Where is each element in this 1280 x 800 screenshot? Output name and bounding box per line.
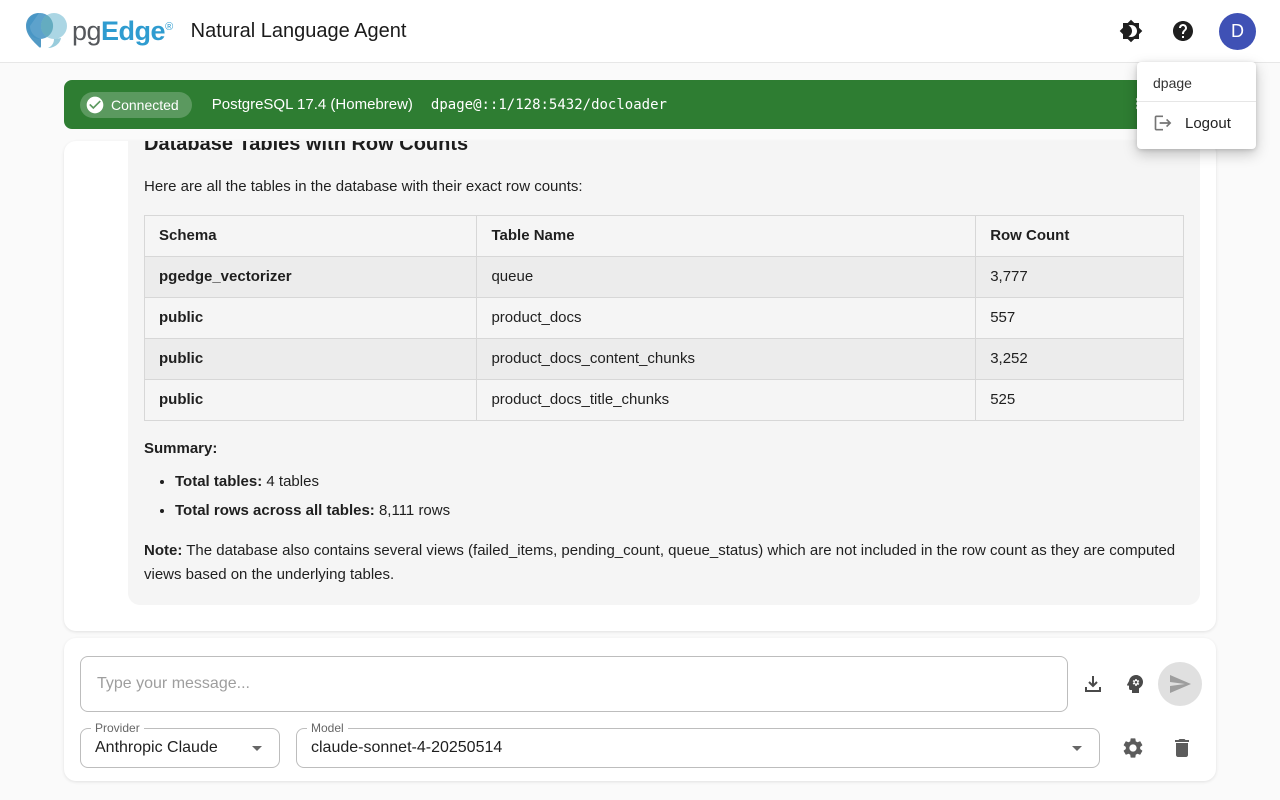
col-header-row-count: Row Count: [976, 216, 1184, 257]
logout-icon: [1153, 113, 1173, 133]
gear-icon: [1121, 736, 1145, 760]
message-input[interactable]: [80, 656, 1068, 712]
col-header-schema: Schema: [145, 216, 477, 257]
message-note: Note: The database also contains several…: [144, 539, 1184, 587]
send-button[interactable]: [1158, 662, 1202, 706]
assistant-message-bubble: Database Tables with Row Counts Here are…: [128, 141, 1200, 605]
connected-label: Connected: [111, 97, 179, 113]
connection-status-bar: Connected PostgreSQL 17.4 (Homebrew) dpa…: [64, 80, 1216, 129]
summary-item: Total rows across all tables: 8,111 rows: [175, 499, 1184, 523]
pgedge-logo-icon: [24, 9, 70, 53]
table-row: public product_docs_title_chunks 525: [145, 380, 1184, 421]
provider-select-label: Provider: [91, 721, 144, 735]
message-intro: Here are all the tables in the database …: [144, 175, 1184, 199]
message-heading: Database Tables with Row Counts: [144, 141, 1184, 157]
table-row: public product_docs_content_chunks 3,252: [145, 339, 1184, 380]
model-select-value: claude-sonnet-4-20250514: [311, 739, 1065, 757]
summary-heading: Summary:: [144, 437, 1184, 461]
table-row: pgedge_vectorizer queue 3,777: [145, 257, 1184, 298]
help-icon: [1171, 19, 1195, 43]
row-counts-table: Schema Table Name Row Count pgedge_vecto…: [144, 215, 1184, 421]
summary-list: Total tables: 4 tables Total rows across…: [144, 470, 1184, 523]
send-icon: [1168, 672, 1192, 696]
user-menu: dpage Logout: [1137, 62, 1256, 149]
help-button[interactable]: [1163, 11, 1203, 51]
ai-thinking-button[interactable]: [1115, 664, 1155, 704]
pgedge-logo-text: pgEdge®: [72, 16, 173, 47]
table-row: public product_docs 557: [145, 298, 1184, 339]
col-header-table-name: Table Name: [477, 216, 976, 257]
server-version: PostgreSQL 17.4 (Homebrew): [212, 96, 413, 113]
chat-messages-panel: Database Tables with Row Counts Here are…: [64, 141, 1216, 631]
connected-badge: Connected: [80, 92, 192, 118]
app-header: pgEdge® Natural Language Agent D: [0, 0, 1280, 63]
menu-username: dpage: [1137, 70, 1256, 101]
composer-panel: Provider Anthropic Claude Model claude-s…: [64, 638, 1216, 781]
logout-label: Logout: [1185, 115, 1231, 132]
psychology-head-gear-icon: [1123, 672, 1147, 696]
chevron-down-icon: [245, 736, 269, 760]
connection-string: dpage@::1/128:5432/docloader: [431, 97, 667, 113]
user-avatar[interactable]: D: [1219, 13, 1256, 50]
chevron-down-icon: [1065, 736, 1089, 760]
model-select-label: Model: [307, 721, 348, 735]
model-select[interactable]: Model claude-sonnet-4-20250514: [296, 728, 1100, 768]
download-chat-button[interactable]: [1073, 664, 1113, 704]
provider-select-value: Anthropic Claude: [95, 739, 245, 757]
download-icon: [1081, 672, 1105, 696]
check-circle-icon: [85, 95, 105, 115]
page-title: Natural Language Agent: [191, 20, 407, 43]
theme-toggle-button[interactable]: [1111, 11, 1151, 51]
trash-icon: [1170, 736, 1194, 760]
summary-item: Total tables: 4 tables: [175, 470, 1184, 494]
clear-chat-button[interactable]: [1162, 728, 1202, 768]
settings-button[interactable]: [1113, 728, 1153, 768]
provider-select[interactable]: Provider Anthropic Claude: [80, 728, 280, 768]
logout-menu-item[interactable]: Logout: [1137, 102, 1256, 141]
pgedge-logo: pgEdge®: [24, 9, 173, 53]
table-header-row: Schema Table Name Row Count: [145, 216, 1184, 257]
theme-brightness-icon: [1119, 19, 1143, 43]
